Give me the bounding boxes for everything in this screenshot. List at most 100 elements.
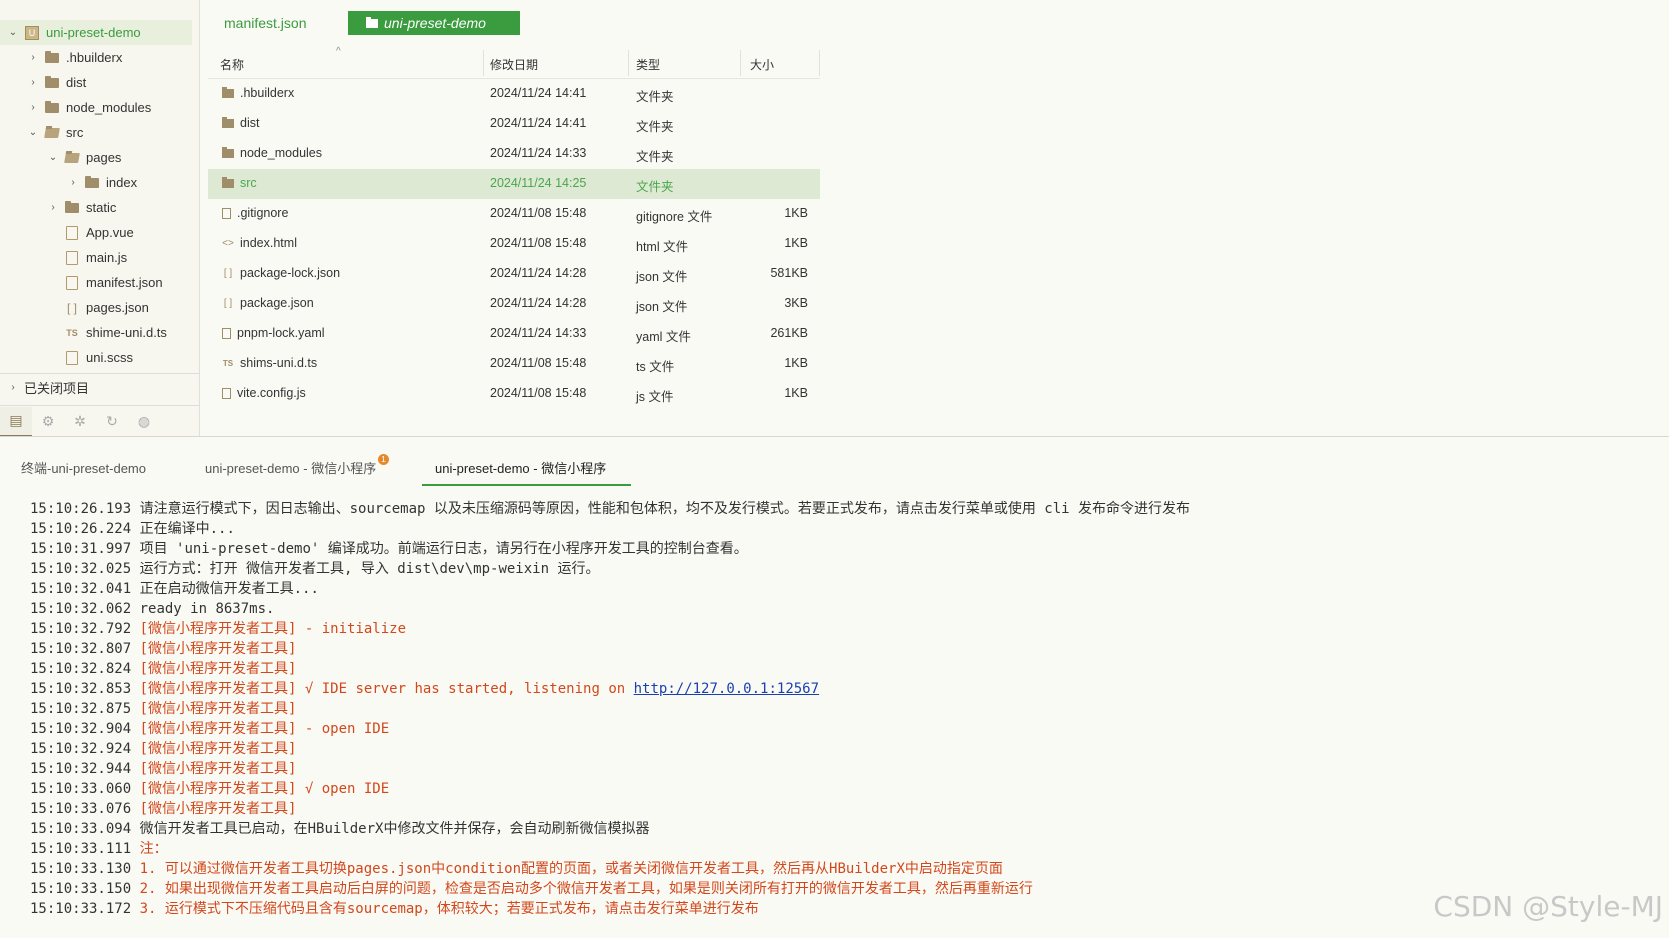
plugin-icon[interactable]: ⚙ [32,408,64,436]
globe-icon[interactable]: ◍ [128,408,160,436]
chevron-down-icon[interactable]: ⌄ [46,151,60,165]
log-timestamp: 15:10:33.094 [30,821,132,837]
header-date[interactable]: 修改日期 [490,56,538,73]
log-line: 15:10:32.792 [微信小程序开发者工具] - initialize [30,619,1650,639]
log-timestamp: 15:10:32.904 [30,721,132,737]
column-divider[interactable] [819,50,820,76]
chevron-right-icon[interactable]: › [26,101,40,115]
log-link[interactable]: http://127.0.0.1:12567 [634,681,819,697]
file-date: 2024/11/24 14:28 [490,296,587,310]
file-size: 1KB [784,386,808,400]
sidebar-item-manifest-json[interactable]: manifest.json [0,270,192,295]
table-row[interactable]: node_modules 2024/11/24 14:33 文件夹 [208,139,820,169]
sidebar-item-static[interactable]: › static [0,195,192,220]
log-message: [微信小程序开发者工具] √ IDE server has started, l… [139,681,634,697]
table-row[interactable]: [ ] package.json 2024/11/24 14:28 json 文件 3K… [208,289,820,319]
chevron-right-icon[interactable]: › [26,76,40,90]
file-size: 261KB [770,326,808,340]
tab-manifest-json[interactable]: manifest.json [224,11,306,35]
column-divider[interactable] [628,50,629,76]
file-size: 581KB [770,266,808,280]
sidebar-item-uni-scss[interactable]: uni.scss [0,345,192,370]
log-message: ready in 8637ms. [139,601,275,617]
tab-uni-preset-demo[interactable]: uni-preset-demo [348,11,520,35]
console-output[interactable]: 15:10:26.193 请注意运行模式下，因日志输出、sourcemap 以及… [30,499,1650,919]
sidebar-toolbar: ▤ ⚙ ✲ ↻ ◍ [0,405,199,437]
console-tab-bar: 终端-uni-preset-demo uni-preset-demo - 微信小… [0,440,1669,486]
chevron-right-icon[interactable]: › [26,51,40,65]
sidebar-item-index[interactable]: › index [0,170,192,195]
table-row[interactable]: dist 2024/11/24 14:41 文件夹 [208,109,820,139]
file-list-table: 名称 ^ 修改日期 类型 大小 .hbuilderx 2024/11/24 14:… [208,46,820,409]
log-timestamp: 15:10:32.924 [30,741,132,757]
chevron-right-icon[interactable]: › [6,380,20,394]
tab-console-1[interactable]: uni-preset-demo - 微信小程序 [205,458,376,477]
file-date: 2024/11/08 15:48 [490,386,587,400]
header-type[interactable]: 类型 [636,56,660,73]
sidebar-item-hbuilderx[interactable]: › .hbuilderx [0,45,192,70]
table-row[interactable]: pnpm-lock.yaml 2024/11/24 14:33 yaml 文件 261… [208,319,820,349]
chevron-right-icon[interactable]: › [46,201,60,215]
file-icon [64,275,80,290]
sidebar-item-pages[interactable]: ⌄ pages [0,145,192,170]
log-line: 15:10:32.824 [微信小程序开发者工具] [30,659,1650,679]
code-file-icon: <> [222,237,234,249]
sidebar-item-dist[interactable]: › dist [0,70,192,95]
file-icon [222,387,231,399]
file-icon [64,250,80,265]
chevron-right-icon[interactable]: › [66,176,80,190]
debug-icon[interactable]: ✲ [64,408,96,436]
table-row[interactable]: vite.config.js 2024/11/08 15:48 js 文件 1KB [208,379,820,409]
column-divider[interactable] [483,50,484,76]
chevron-down-icon[interactable]: ⌄ [6,26,20,40]
table-row[interactable]: [ ] package-lock.json 2024/11/24 14:28 json… [208,259,820,289]
json-file-icon: [ ] [223,267,233,279]
file-icon [64,225,80,240]
log-timestamp: 15:10:33.060 [30,781,132,797]
tree-root-project[interactable]: ⌄ U uni-preset-demo [0,20,192,45]
log-message: 运行方式：打开 微信开发者工具, 导入 dist\dev\mp-weixin 运… [139,561,600,577]
log-line: 15:10:32.875 [微信小程序开发者工具] [30,699,1650,719]
log-message: [微信小程序开发者工具] [139,641,297,657]
file-date: 2024/11/24 14:28 [490,266,587,280]
sidebar-item-node-modules[interactable]: › node_modules [0,95,192,120]
explorer-icon[interactable]: ▤ [0,406,32,437]
sidebar-item-pages-json[interactable]: [ ] pages.json [0,295,192,320]
table-row[interactable]: TS shims-uni.d.ts 2024/11/08 15:48 ts 文件 1KB [208,349,820,379]
log-message: 正在编译中... [139,521,235,537]
log-line: 15:10:32.025 运行方式：打开 微信开发者工具, 导入 dist\de… [30,559,1650,579]
column-divider[interactable] [740,50,741,76]
closed-projects-section[interactable]: › 已关闭项目 [0,373,199,400]
file-icon [222,207,231,219]
folder-open-icon [44,126,60,140]
file-type: 文件夹 [636,120,674,134]
sidebar-item-app-vue[interactable]: App.vue [0,220,192,245]
chevron-down-icon[interactable]: ⌄ [26,126,40,140]
log-line: 15:10:32.853 [微信小程序开发者工具] √ IDE server h… [30,679,1650,699]
table-row[interactable]: .gitignore 2024/11/08 15:48 gitignore 文件 1K… [208,199,820,229]
file-name: node_modules [240,146,323,160]
sort-ascending-icon: ^ [336,46,341,57]
refresh-icon[interactable]: ↻ [96,408,128,436]
panel-divider[interactable] [0,436,1669,437]
table-row[interactable]: .hbuilderx 2024/11/24 14:41 文件夹 [208,79,820,109]
file-date: 2024/11/08 15:48 [490,206,587,220]
tab-console-2[interactable]: uni-preset-demo - 微信小程序 [421,458,632,486]
tab-terminal[interactable]: 终端-uni-preset-demo [21,458,146,477]
table-row[interactable]: src 2024/11/24 14:25 文件夹 [208,169,820,199]
file-icon [222,327,231,339]
file-name: vite.config.js [237,386,306,400]
log-message: 正在启动微信开发者工具... [139,581,319,597]
file-type: 文件夹 [636,90,674,104]
log-line: 15:10:26.193 请注意运行模式下，因日志输出、sourcemap 以及… [30,499,1650,519]
header-name[interactable]: 名称 [220,56,244,73]
sidebar-item-src[interactable]: ⌄ src [0,120,192,145]
file-size: 3KB [784,296,808,310]
log-message: [微信小程序开发者工具] [139,661,297,677]
header-size[interactable]: 大小 [750,56,774,73]
sidebar-item-shime-uni-d-ts[interactable]: TS shime-uni.d.ts [0,320,192,345]
sidebar-item-main-js[interactable]: main.js [0,245,192,270]
table-row[interactable]: <> index.html 2024/11/08 15:48 html 文件 1KB [208,229,820,259]
